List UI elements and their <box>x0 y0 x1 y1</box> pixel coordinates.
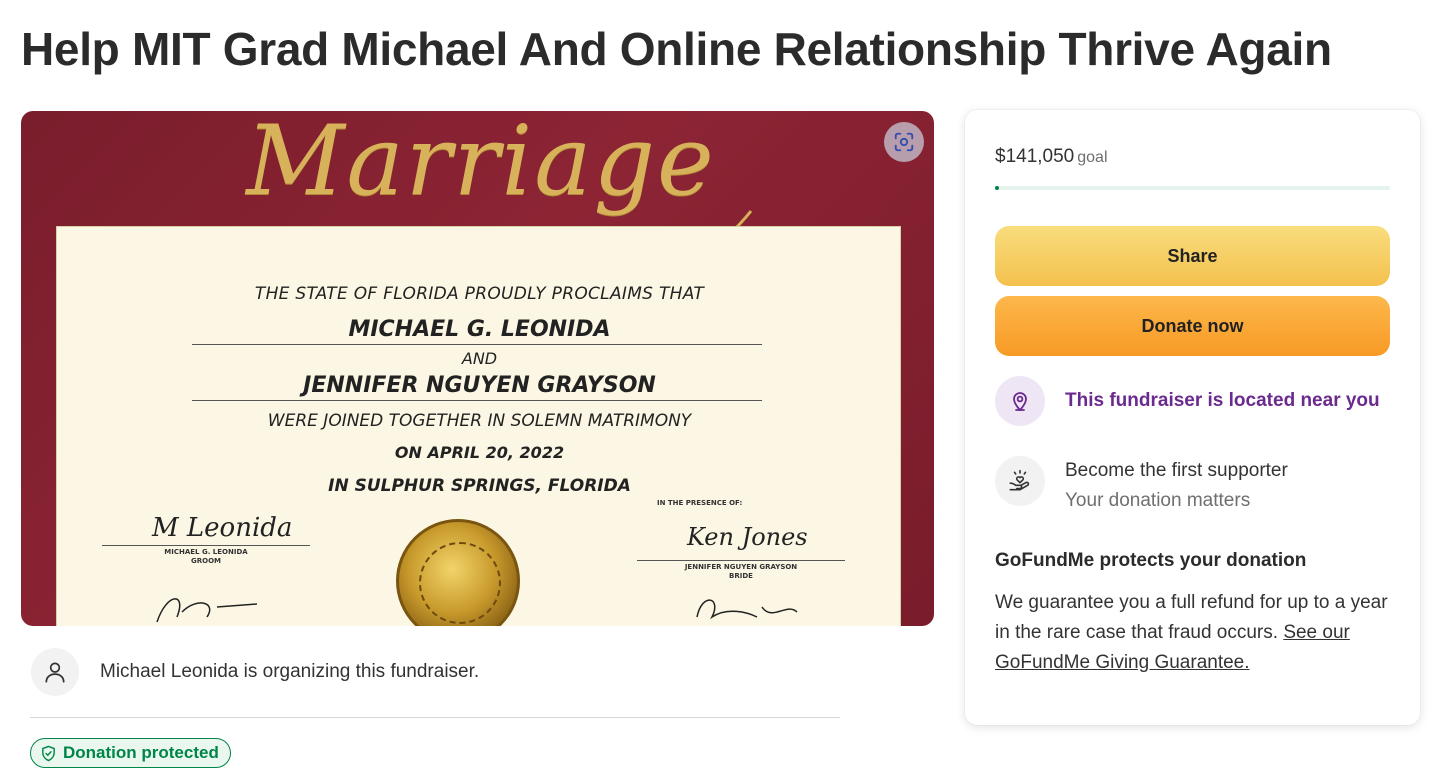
first-supporter-title: Become the first supporter <box>1065 460 1288 481</box>
bride-caption: JENNIFER NGUYEN GRAYSON <box>684 563 798 571</box>
groom-role: GROOM <box>190 557 221 565</box>
progress-fill <box>995 186 999 190</box>
cert-groom-name: MICHAEL G. LEONIDA <box>348 317 611 342</box>
marriage-script-title: Marriage <box>246 111 716 217</box>
bride-role: BRIDE <box>729 572 753 580</box>
progress-bar <box>995 186 1390 190</box>
donate-now-button[interactable]: Donate now <box>995 296 1390 356</box>
cert-and: AND <box>461 349 498 368</box>
location-pin-icon <box>995 376 1045 426</box>
nearby-notice: This fundraiser is located near you <box>995 376 1380 426</box>
cert-rule <box>192 344 762 345</box>
image-scan-icon[interactable] <box>884 122 924 162</box>
groom-signature: M Leonida <box>152 513 293 543</box>
cert-rule <box>637 560 845 561</box>
protection-heading: GoFundMe protects your donation <box>995 550 1307 571</box>
organizer-text: Michael Leonida is organizing this fundr… <box>100 661 480 682</box>
shield-icon <box>42 745 55 761</box>
cert-date: ON APRIL 20, 2022 <box>394 443 565 462</box>
share-button[interactable]: Share <box>995 226 1390 286</box>
organizer-row: Michael Leonida is organizing this fundr… <box>31 648 479 696</box>
first-supporter: Become the first supporter Your donation… <box>995 456 1288 512</box>
heart-hands-icon <box>995 456 1045 506</box>
cert-joined: WERE JOINED TOGETHER IN SOLEMN MATRIMONY <box>267 411 692 431</box>
divider <box>30 717 840 718</box>
goal-amount: $141,050 <box>995 146 1075 167</box>
donation-protected-badge[interactable]: Donation protected <box>30 738 231 768</box>
cert-rule <box>192 400 762 401</box>
page-title: Help MIT Grad Michael And Online Relatio… <box>21 23 1332 75</box>
first-supporter-subtitle: Your donation matters <box>1065 490 1251 511</box>
goal-label: goal <box>1077 149 1108 166</box>
goal-summary: $141,050 goal <box>995 146 1108 168</box>
cert-bride-name: JENNIFER NGUYEN GRAYSON <box>303 373 656 398</box>
witness-signature <box>696 599 798 620</box>
cert-place: IN SULPHUR SPRINGS, FLORIDA <box>328 476 631 496</box>
cert-presence: IN THE PRESENCE OF: <box>657 499 743 507</box>
donation-protected-label: Donation protected <box>63 743 219 762</box>
cert-rule <box>102 545 310 546</box>
cert-proclaims: THE STATE OF FLORIDA PROUDLY PROCLAIMS T… <box>254 284 705 304</box>
protection-text: We guarantee you a full refund for up to… <box>995 588 1390 678</box>
bride-signature: Ken Jones <box>687 523 808 551</box>
nearby-text: This fundraiser is located near you <box>1065 390 1380 411</box>
user-icon <box>31 648 79 696</box>
witness-signature <box>156 598 258 623</box>
hero-image[interactable]: Marriage THE STATE OF FLORIDA PROUDLY PR… <box>21 111 934 626</box>
groom-caption: MICHAEL G. LEONIDA <box>164 548 248 556</box>
donation-card: $141,050 goal Share Donate now This fundr… <box>965 110 1420 725</box>
